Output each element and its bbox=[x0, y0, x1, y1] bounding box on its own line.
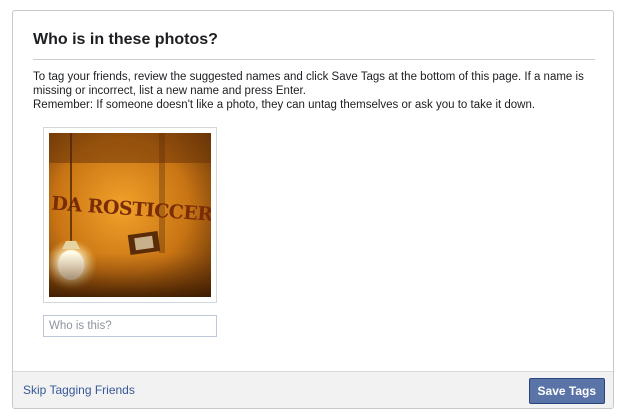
title-divider bbox=[33, 59, 595, 60]
dialog-footer: Skip Tagging Friends Save Tags bbox=[13, 371, 613, 408]
instructions: To tag your friends, review the suggeste… bbox=[33, 70, 598, 112]
save-tags-button[interactable]: Save Tags bbox=[528, 378, 605, 404]
photo-thumbnail-frame[interactable]: DA ROSTICCERIA bbox=[43, 127, 217, 303]
photo-image: DA ROSTICCERIA bbox=[49, 133, 211, 297]
skip-tagging-link[interactable]: Skip Tagging Friends bbox=[23, 383, 135, 397]
who-is-this-input[interactable] bbox=[43, 315, 217, 337]
dialog-title: Who is in these photos? bbox=[33, 31, 218, 48]
photo-thumbnail[interactable]: DA ROSTICCERIA bbox=[49, 133, 211, 297]
instructions-line-1: To tag your friends, review the suggeste… bbox=[33, 71, 584, 97]
instructions-line-2: Remember: If someone doesn't like a phot… bbox=[33, 99, 536, 111]
tag-photos-dialog: Who is in these photos? To tag your frie… bbox=[12, 10, 614, 409]
